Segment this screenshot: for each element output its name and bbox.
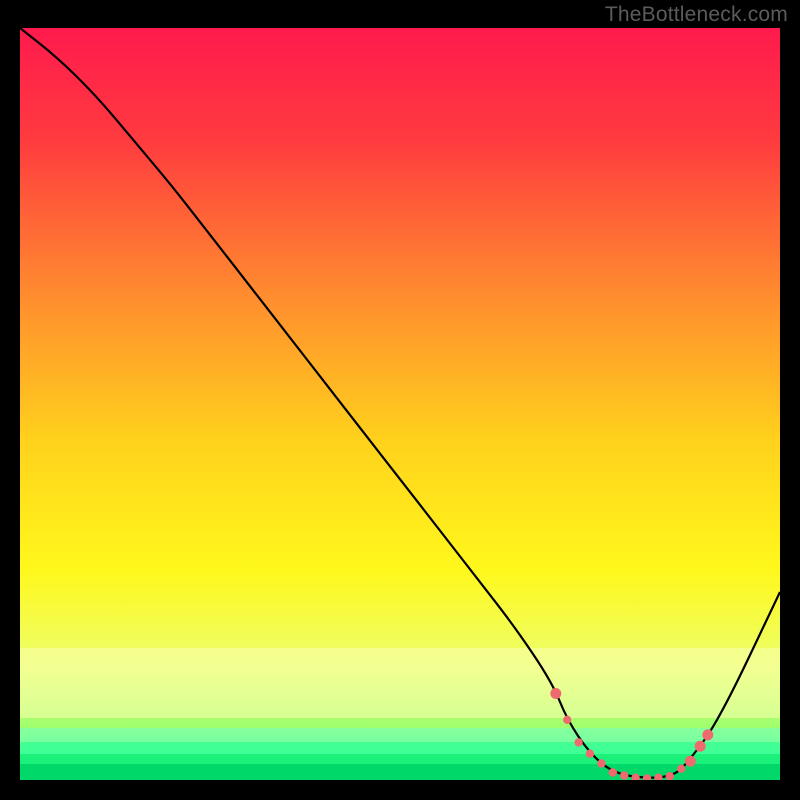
marker-dot [563, 716, 571, 724]
marker-dot [685, 756, 696, 767]
marker-dot [586, 750, 594, 758]
plot-area [20, 28, 780, 780]
chart-svg [20, 28, 780, 780]
marker-dot [574, 738, 582, 746]
marker-dot [677, 765, 685, 773]
chart-container: TheBottleneck.com [0, 0, 800, 800]
marker-dot [609, 768, 617, 776]
marker-dot [702, 729, 713, 740]
green-band-1 [20, 728, 780, 742]
green-band-3 [20, 754, 780, 764]
marker-dot [695, 741, 706, 752]
green-band-2 [20, 742, 780, 754]
marker-dot [550, 688, 561, 699]
pale-yellow-band [20, 648, 780, 718]
watermark-text: TheBottleneck.com [605, 3, 788, 27]
marker-dot [620, 771, 628, 779]
marker-dot [597, 759, 605, 767]
